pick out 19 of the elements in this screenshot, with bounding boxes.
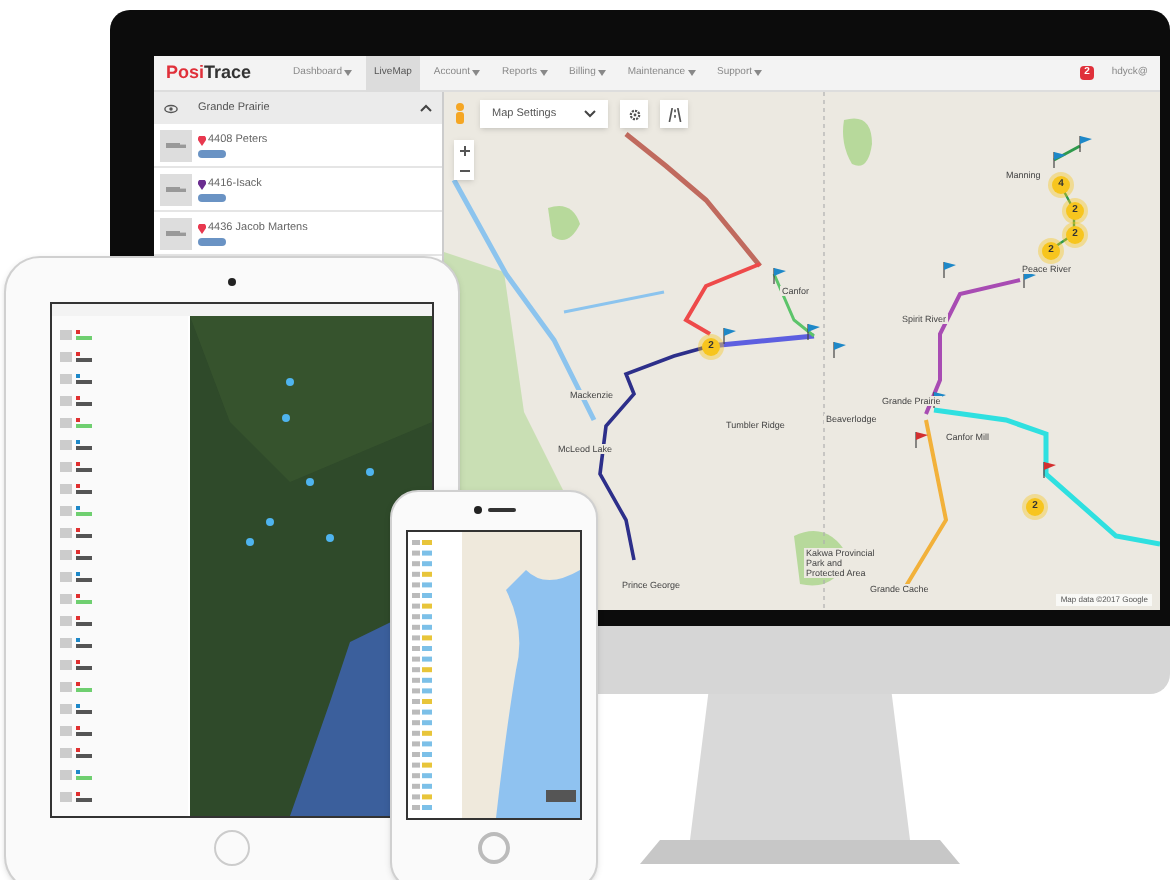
truck-icon bbox=[166, 141, 186, 149]
road-icon bbox=[667, 107, 682, 121]
road-button[interactable] bbox=[660, 100, 689, 128]
truck-icon bbox=[166, 185, 186, 193]
camera-icon bbox=[473, 506, 481, 514]
status-pill bbox=[198, 194, 226, 202]
chevron-up-icon bbox=[420, 104, 432, 112]
zoom-in-button[interactable] bbox=[454, 140, 474, 160]
settings-icon bbox=[627, 107, 642, 121]
camera-icon bbox=[228, 278, 236, 286]
status-pill bbox=[198, 150, 226, 158]
logo: PosiTrace bbox=[166, 59, 252, 86]
chevron-down-icon bbox=[584, 110, 597, 118]
eye-icon bbox=[164, 103, 178, 113]
settings-button[interactable] bbox=[620, 100, 649, 128]
plus-icon bbox=[459, 145, 469, 155]
status-pill bbox=[198, 238, 226, 246]
minus-icon bbox=[459, 165, 469, 175]
truck-icon bbox=[166, 229, 186, 237]
